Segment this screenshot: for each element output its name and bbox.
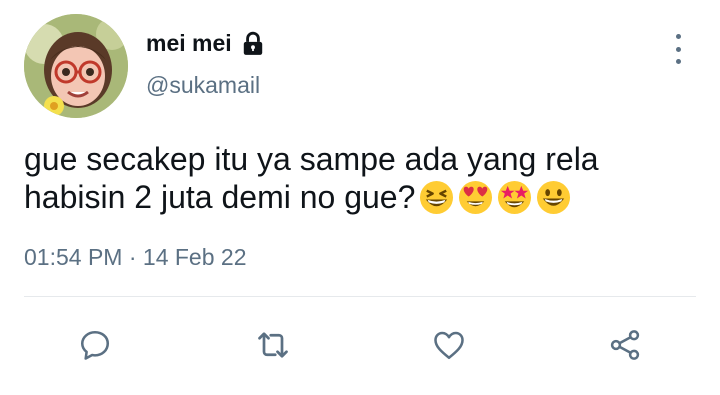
author-name-row[interactable]: mei mei: [146, 30, 266, 57]
divider: [24, 296, 696, 297]
like-icon: [434, 331, 464, 360]
smiling-face-with-heart-eyes-icon: [459, 180, 493, 215]
author-handle[interactable]: @sukamail: [146, 72, 260, 99]
tweet-timestamp[interactable]: 01:54 PM · 14 Feb 22: [24, 244, 247, 271]
grinning-face-icon: [537, 180, 571, 215]
retweet-button[interactable]: [254, 326, 292, 364]
share-button[interactable]: [606, 326, 644, 364]
grinning-squinting-face-icon: [420, 180, 454, 215]
timestamp-separator: ·: [128, 244, 137, 270]
star-struck-icon: [498, 180, 532, 215]
author-display-name[interactable]: mei mei: [146, 30, 232, 57]
lock-icon: [240, 31, 266, 57]
like-button[interactable]: [430, 326, 468, 364]
more-dot: [675, 59, 681, 64]
more-dot: [675, 34, 681, 39]
avatar[interactable]: [24, 14, 128, 118]
reply-icon: [80, 330, 110, 360]
tweet-date: 14 Feb 22: [142, 244, 247, 270]
retweet-icon: [258, 332, 288, 358]
tweet-text: gue secakep itu ya sampe ada yang rela h…: [24, 140, 684, 216]
avatar-image: [24, 14, 128, 118]
share-icon: [610, 330, 640, 360]
reply-button[interactable]: [76, 326, 114, 364]
more-options-icon[interactable]: [668, 34, 688, 64]
more-dot: [675, 46, 681, 52]
tweet-time: 01:54 PM: [24, 244, 123, 270]
